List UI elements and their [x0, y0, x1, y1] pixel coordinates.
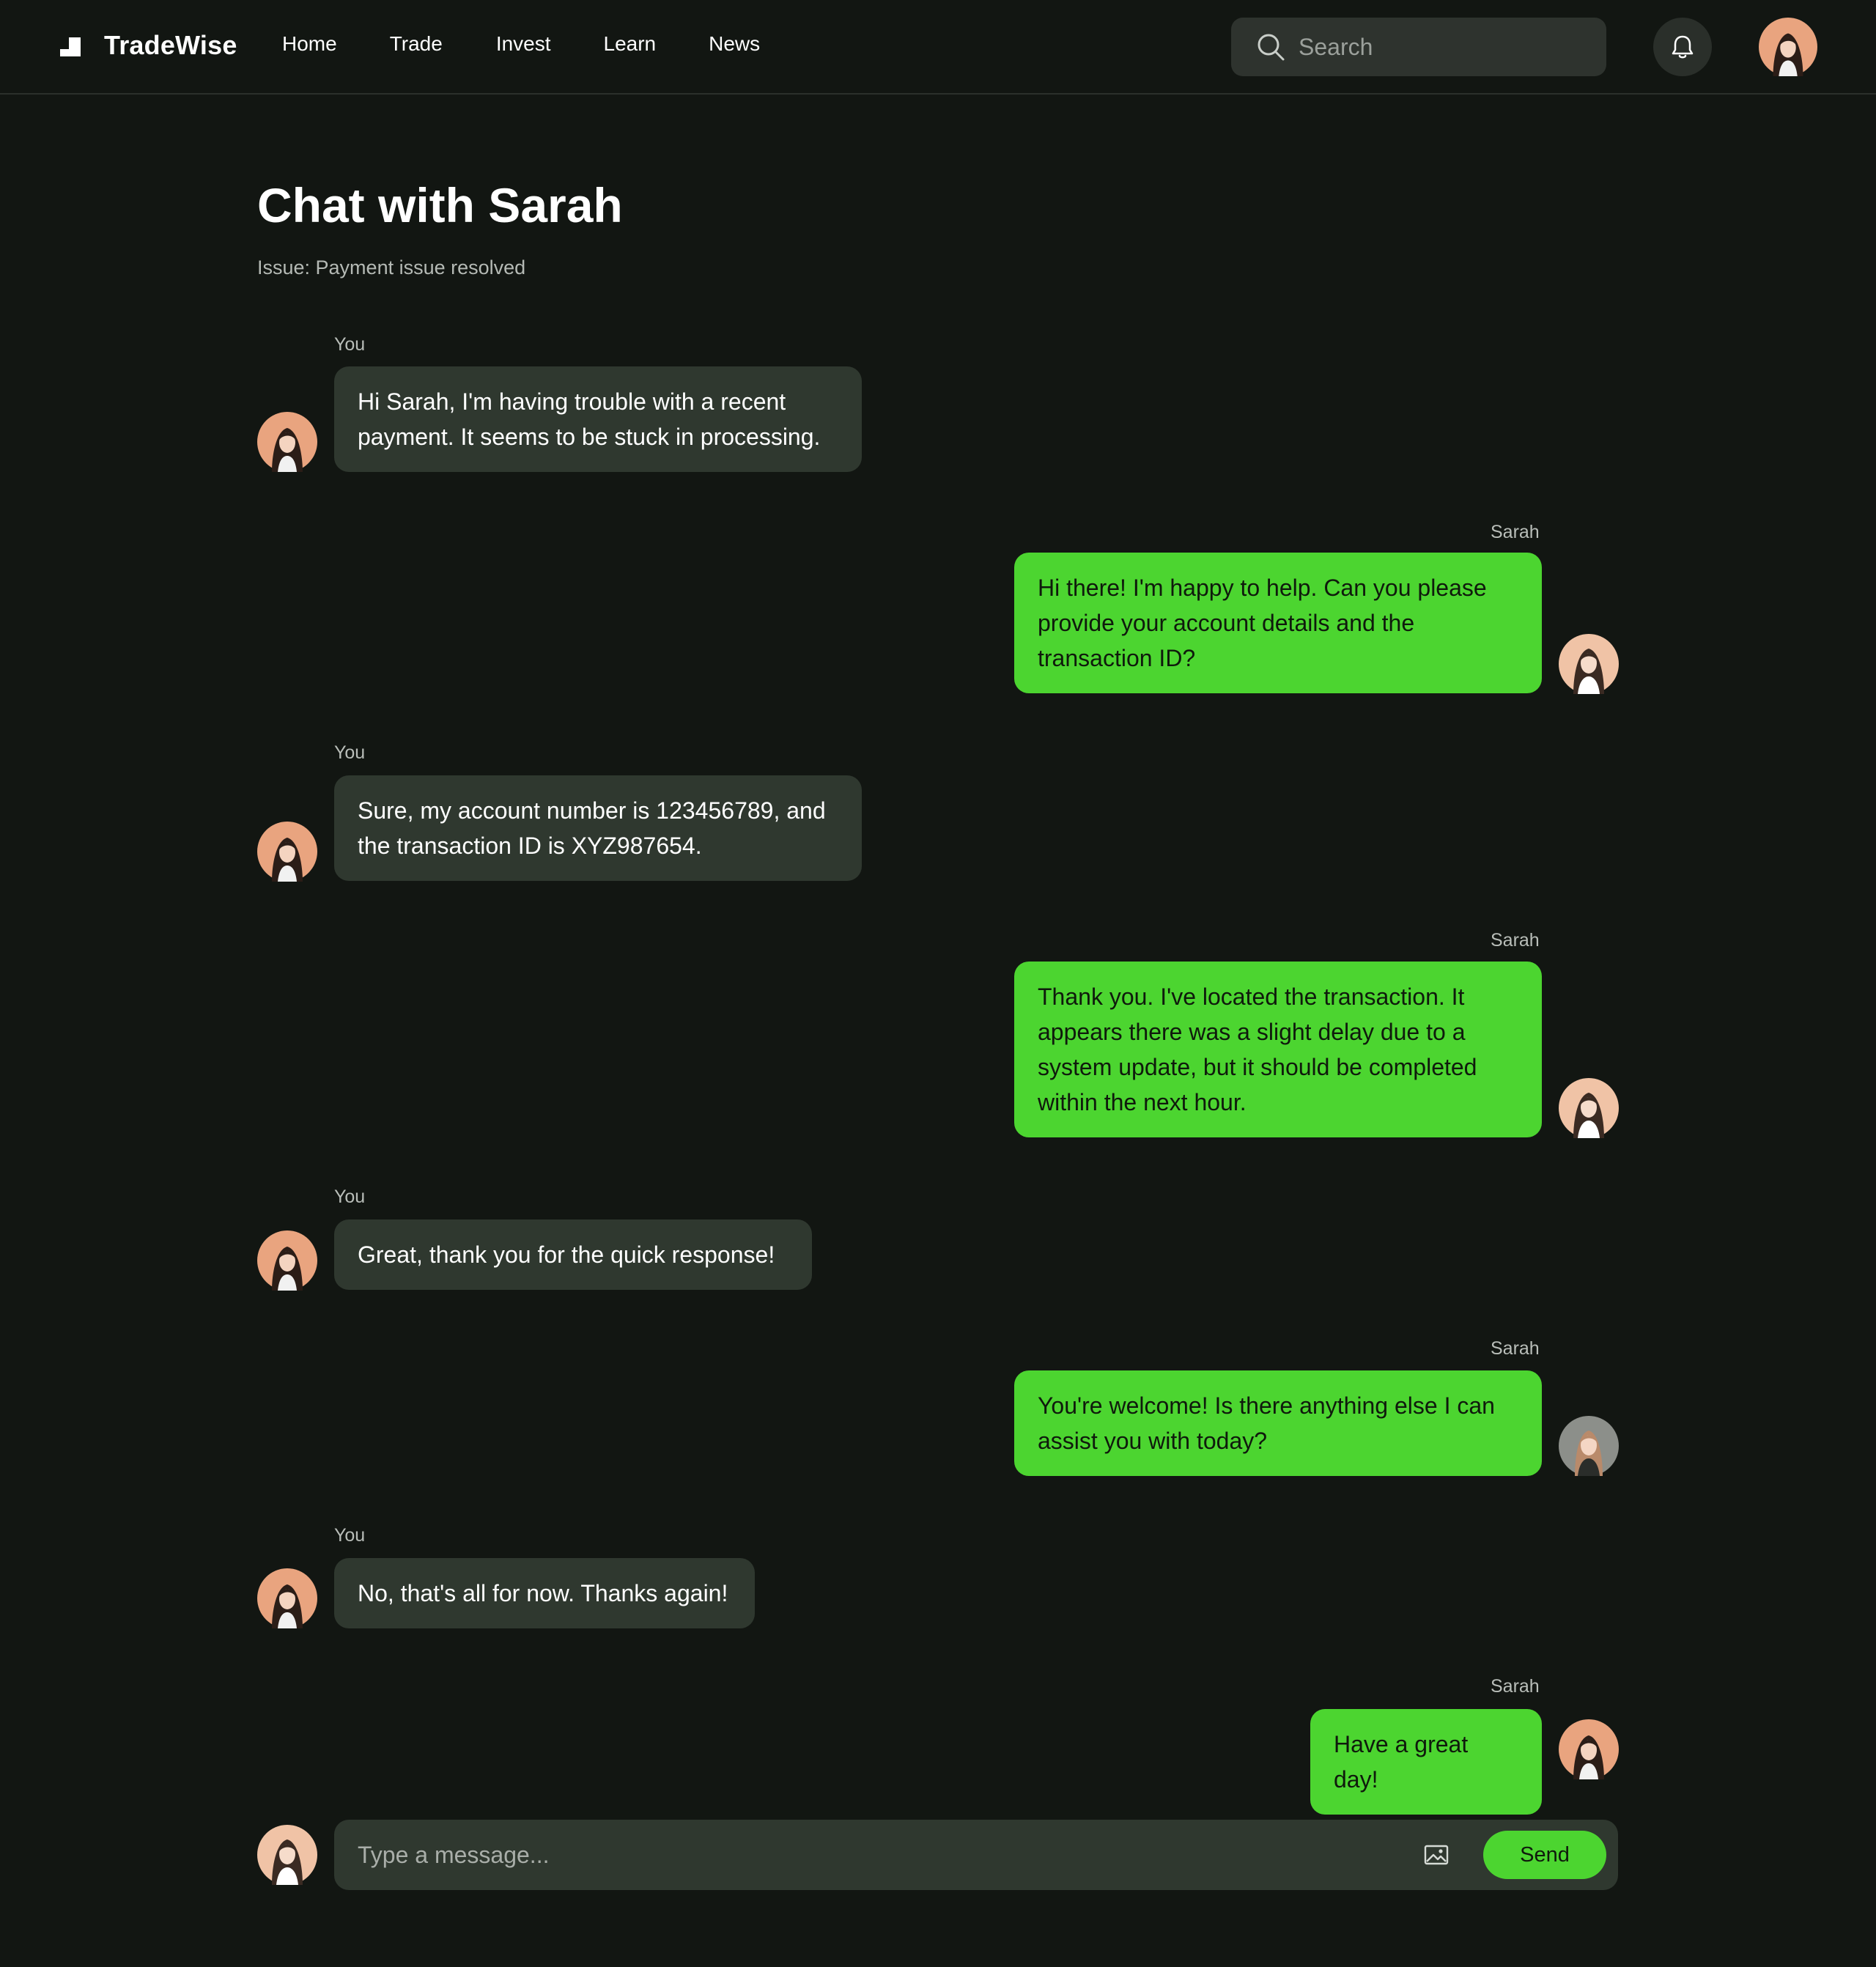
user-avatar: [257, 1568, 317, 1628]
message-sender: You: [334, 742, 366, 763]
message-input[interactable]: [358, 1837, 1428, 1872]
notifications-button[interactable]: [1653, 18, 1712, 76]
image-attach-icon[interactable]: [1423, 1842, 1450, 1868]
message-bubble-agent: Have a great day!: [1310, 1709, 1542, 1815]
agent-avatar: [1559, 634, 1619, 694]
user-avatar: [257, 822, 317, 882]
message-composer: Send: [334, 1820, 1618, 1890]
nav-item-news[interactable]: News: [709, 32, 760, 56]
message-sender: Sarah: [1491, 1338, 1540, 1359]
search-input[interactable]: [1299, 33, 1577, 61]
message-bubble-agent: You're welcome! Is there anything else I…: [1014, 1370, 1542, 1476]
issue-status: Issue: Payment issue resolved: [257, 257, 526, 278]
brand[interactable]: TradeWise: [60, 30, 237, 61]
main-nav: Home Trade Invest Learn News: [282, 32, 813, 56]
user-avatar: [257, 412, 317, 472]
message-bubble-agent: Hi there! I'm happy to help. Can you ple…: [1014, 553, 1542, 693]
send-button[interactable]: Send: [1483, 1831, 1606, 1879]
message-sender: You: [334, 1525, 366, 1546]
message-bubble-agent: Thank you. I've located the transaction.…: [1014, 962, 1542, 1137]
nav-item-trade[interactable]: Trade: [390, 32, 443, 56]
message-bubble-user: Great, thank you for the quick response!: [334, 1219, 812, 1290]
user-avatar[interactable]: [1759, 18, 1817, 76]
message-bubble-user: Sure, my account number is 123456789, an…: [334, 775, 862, 881]
agent-avatar: [1559, 1416, 1619, 1476]
user-avatar: [257, 1825, 317, 1885]
message-sender: You: [334, 1187, 366, 1207]
top-navigation-bar: TradeWise Home Trade Invest Learn News: [0, 0, 1876, 95]
message-bubble-user: No, that's all for now. Thanks again!: [334, 1558, 755, 1628]
brand-name: TradeWise: [104, 30, 237, 60]
message-sender: Sarah: [1491, 1676, 1540, 1697]
message-bubble-user: Hi Sarah, I'm having trouble with a rece…: [334, 366, 862, 472]
message-sender: Sarah: [1491, 522, 1540, 542]
search-icon: [1258, 34, 1285, 61]
user-avatar: [257, 1230, 317, 1291]
logo-icon: [60, 34, 81, 56]
agent-avatar: [1559, 1719, 1619, 1779]
agent-avatar: [1559, 1078, 1619, 1138]
bell-icon: [1672, 35, 1694, 59]
page-title: Chat with Sarah: [257, 178, 623, 232]
nav-item-learn[interactable]: Learn: [604, 32, 657, 56]
message-sender: You: [334, 334, 366, 355]
search-box[interactable]: [1231, 18, 1606, 76]
nav-item-home[interactable]: Home: [282, 32, 337, 56]
nav-item-invest[interactable]: Invest: [496, 32, 551, 56]
message-sender: Sarah: [1491, 930, 1540, 951]
